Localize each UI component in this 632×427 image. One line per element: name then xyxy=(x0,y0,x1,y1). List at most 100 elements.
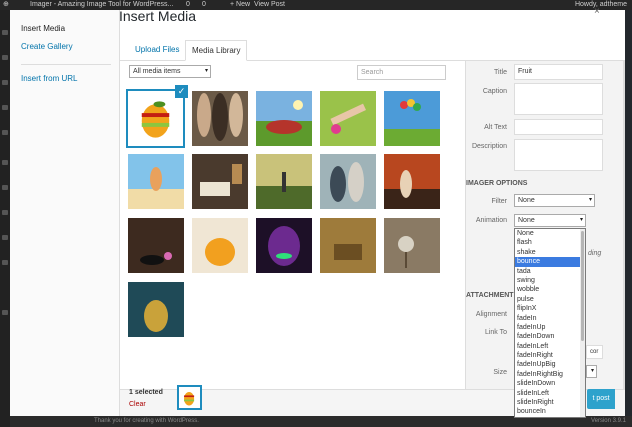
insert-into-post-button[interactable]: t post xyxy=(587,389,615,409)
caption-label: Caption xyxy=(482,88,507,95)
menu-insert-media[interactable]: Insert Media xyxy=(21,24,65,33)
animation-option[interactable]: swing xyxy=(515,276,585,285)
description-label: Description xyxy=(471,143,507,150)
alt-text-label: Alt Text xyxy=(484,124,507,131)
animation-option[interactable]: slideInLeft xyxy=(515,389,585,398)
selection-count: 1 selected xyxy=(129,389,163,396)
attachment-display-heading: ATTACHMENT D xyxy=(466,292,521,299)
thumbnail-spa[interactable] xyxy=(128,218,184,273)
tab-media-library[interactable]: Media Library xyxy=(185,40,248,61)
admin-bar: ⊕ Imager - Amazing Image Tool for WordPr… xyxy=(0,0,632,10)
animation-option[interactable]: fadeInDown xyxy=(515,332,585,341)
thumbnail-neon-face[interactable] xyxy=(256,218,312,273)
menu-create-gallery[interactable]: Create Gallery xyxy=(21,42,73,51)
plugins-icon[interactable] xyxy=(2,185,8,190)
clear-selection-link[interactable]: Clear xyxy=(129,401,146,408)
description-textarea[interactable] xyxy=(514,139,603,171)
caption-textarea[interactable] xyxy=(514,83,603,115)
new-item-link[interactable]: + New xyxy=(230,0,250,10)
dropdown-scrollbar[interactable] xyxy=(580,229,585,417)
thumbnail-legs[interactable] xyxy=(320,91,376,146)
tools-icon[interactable] xyxy=(2,235,8,240)
imager-filter-select[interactable]: None ▾ xyxy=(514,194,595,207)
animation-option[interactable]: slideInDown xyxy=(515,379,585,388)
chevron-down-icon: ▾ xyxy=(204,68,208,74)
thumbnail-dandelion[interactable] xyxy=(384,218,440,273)
admin-sidebar xyxy=(0,10,10,427)
animation-option[interactable]: shake xyxy=(515,248,585,257)
pages-icon[interactable] xyxy=(2,105,8,110)
footer-thanks: Thank you for creating with WordPress. xyxy=(94,418,199,424)
animation-option[interactable]: fadeInUpBig xyxy=(515,360,585,369)
thumbnail-beach[interactable] xyxy=(128,154,184,209)
comments-icon[interactable] xyxy=(2,130,8,135)
thumbnail-tea-party[interactable] xyxy=(320,218,376,273)
thumbnail-diner[interactable] xyxy=(384,154,440,209)
animation-select[interactable]: None ▾ xyxy=(514,214,586,227)
selection-thumbnail[interactable] xyxy=(177,385,202,410)
imager-options-heading: IMAGER OPTIONS xyxy=(466,180,528,187)
menu-insert-from-url[interactable]: Insert from URL xyxy=(21,74,77,83)
dropdown-scroll-thumb[interactable] xyxy=(581,231,584,341)
close-icon[interactable]: × xyxy=(594,6,600,17)
tab-upload-files[interactable]: Upload Files xyxy=(129,40,185,61)
selected-check-icon[interactable]: ✓ xyxy=(175,85,188,98)
settings-icon[interactable] xyxy=(2,260,8,265)
appearance-icon[interactable] xyxy=(2,160,8,165)
animation-option[interactable]: fadeInRight xyxy=(515,351,585,360)
size-select[interactable]: ▾ xyxy=(586,365,597,378)
animation-option[interactable]: fadeInLeft xyxy=(515,342,585,351)
animation-option[interactable]: wobble xyxy=(515,285,585,294)
view-post-link[interactable]: View Post xyxy=(254,0,285,10)
details-scrollbar[interactable] xyxy=(623,61,625,389)
media-filter-value: All media items xyxy=(133,68,181,75)
thumbnail-picnic[interactable] xyxy=(256,91,312,146)
imager-filter-value: None xyxy=(518,197,535,204)
animation-option[interactable]: bounceIn xyxy=(515,407,585,416)
media-icon[interactable] xyxy=(2,80,8,85)
search-input[interactable]: Search xyxy=(357,65,446,80)
thumbnail-sunrise[interactable] xyxy=(256,154,312,209)
filter-label: Filter xyxy=(491,198,507,205)
title-input[interactable]: Fruit xyxy=(514,64,603,80)
dashboard-icon[interactable] xyxy=(2,30,8,35)
animation-option[interactable]: fadeIn xyxy=(515,314,585,323)
animation-option[interactable]: flipInX xyxy=(515,304,585,313)
loading-text: ding xyxy=(588,250,602,257)
wordpress-logo-icon[interactable]: ⊕ xyxy=(3,0,9,10)
animation-option[interactable]: fadeInRightBig xyxy=(515,370,585,379)
user-greeting[interactable]: Howdy, adtheme xyxy=(575,0,627,10)
thumbnail-balloons[interactable] xyxy=(384,91,440,146)
alt-text-input[interactable] xyxy=(514,119,603,135)
animation-option[interactable]: pulse xyxy=(515,295,585,304)
animation-option[interactable]: None xyxy=(515,229,585,238)
posts-icon[interactable] xyxy=(2,55,8,60)
media-tabs: Upload Files Media Library xyxy=(120,40,625,61)
link-to-label: Link To xyxy=(484,329,507,336)
title-label: Title xyxy=(494,69,507,76)
thumbnail-bedroom[interactable] xyxy=(192,154,248,209)
animation-option[interactable]: slideInRight xyxy=(515,398,585,407)
media-filter-select[interactable]: All media items ▾ xyxy=(129,65,211,78)
thumbnail-crowd[interactable] xyxy=(192,91,248,146)
link-url-input[interactable]: cor xyxy=(586,345,603,359)
animation-label: Animation xyxy=(475,217,507,224)
users-icon[interactable] xyxy=(2,210,8,215)
chevron-down-icon: ▾ xyxy=(590,368,594,374)
chevron-down-icon: ▾ xyxy=(588,197,592,203)
animation-option[interactable]: tada xyxy=(515,267,585,276)
animation-dropdown-list[interactable]: None flash shake bounce tada swing wobble pulse… xyxy=(514,228,586,418)
media-menu: Insert Media Create Gallery Insert from … xyxy=(10,10,120,416)
attachments-grid xyxy=(117,80,454,380)
comments-count[interactable]: 0 xyxy=(202,0,206,10)
thumbnail-jellyfish[interactable] xyxy=(192,218,248,273)
animation-option[interactable]: fadeInUp xyxy=(515,323,585,332)
menu-separator xyxy=(21,64,111,65)
animation-value: None xyxy=(518,217,535,224)
thumbnail-mermaid[interactable] xyxy=(128,282,184,337)
alignment-label: Alignment xyxy=(475,311,507,318)
animation-option[interactable]: bounce xyxy=(515,257,585,267)
collapse-icon[interactable] xyxy=(2,310,8,315)
animation-option[interactable]: flash xyxy=(515,238,585,247)
thumbnail-walkers[interactable] xyxy=(320,154,376,209)
